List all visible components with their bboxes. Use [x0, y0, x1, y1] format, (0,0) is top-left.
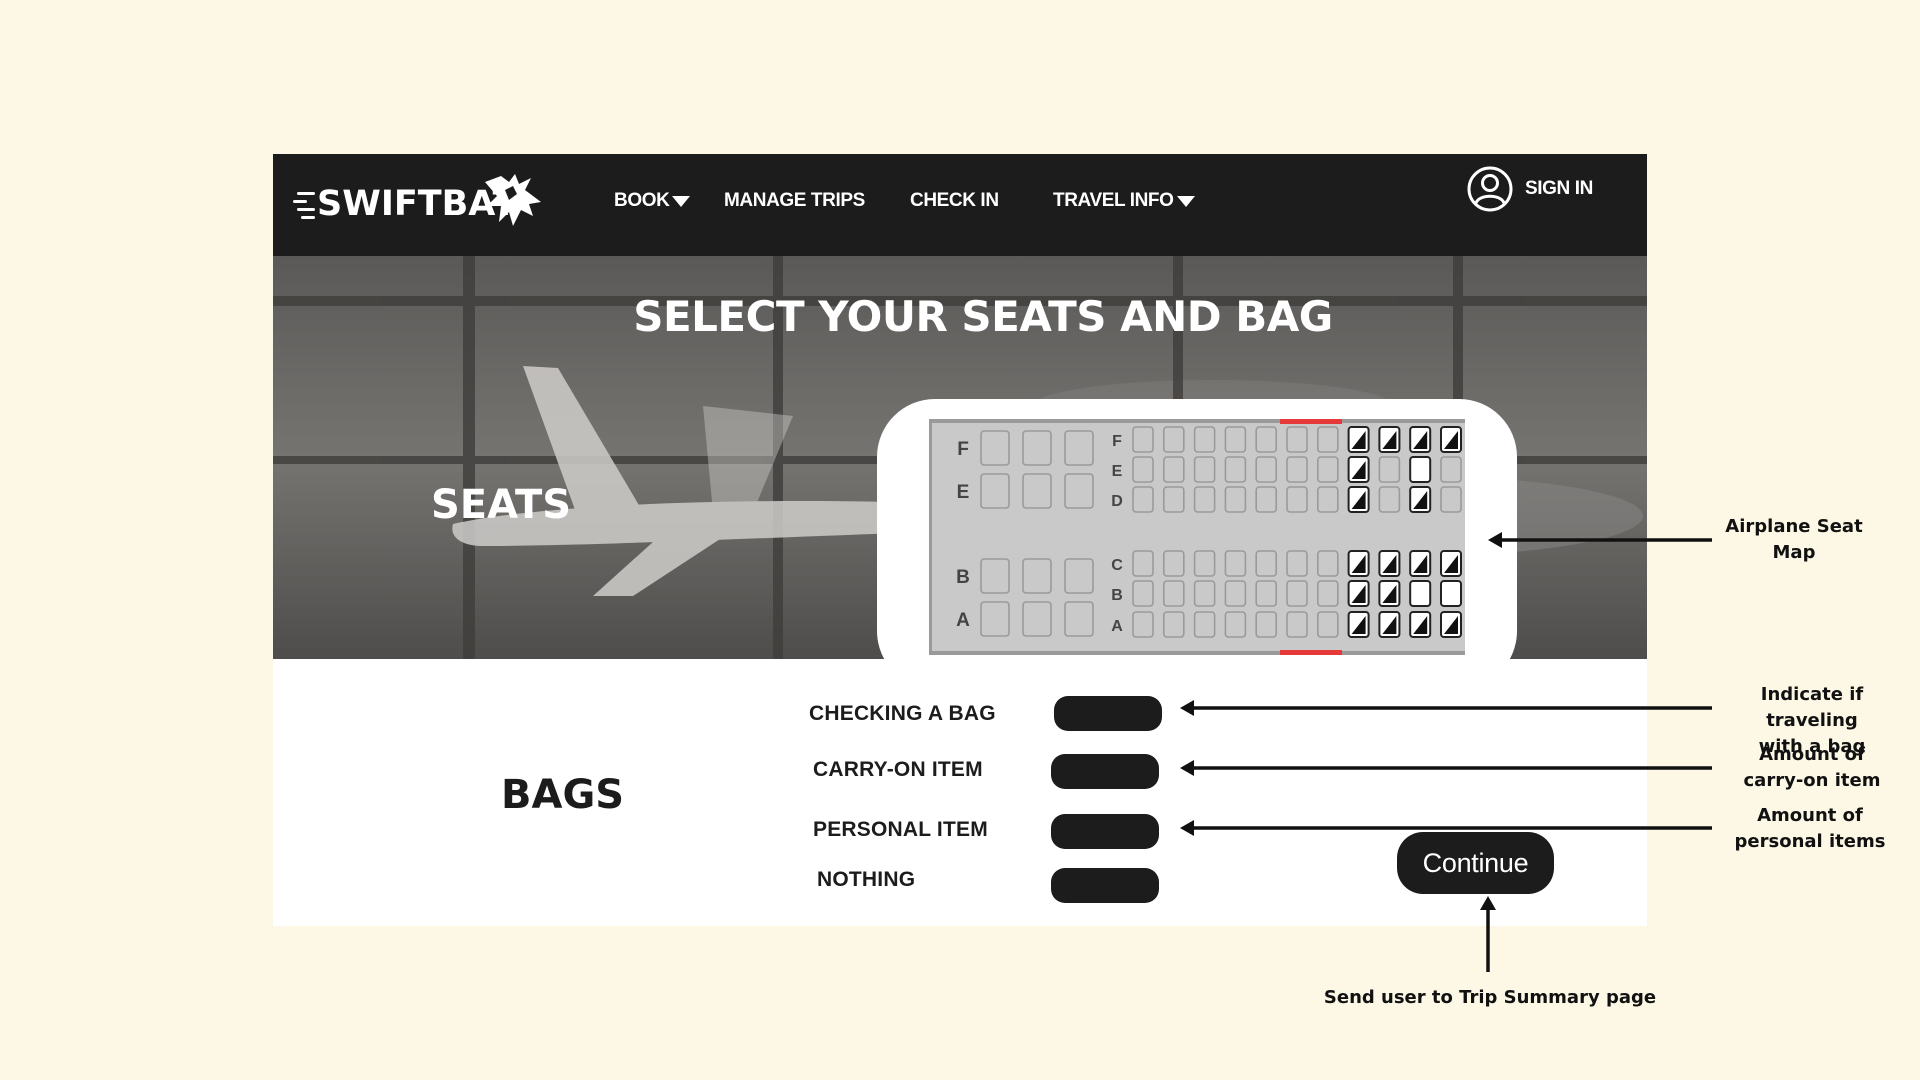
seat-map-annotation: Airplane Seat Map: [1702, 514, 1886, 566]
personal-item-annotation: Amount of personal items: [1712, 803, 1908, 855]
annotation-line: personal items: [1734, 831, 1886, 852]
annotation-line: Amount of: [1759, 744, 1865, 765]
carry-on-annotation: Amount of carry-on item: [1712, 742, 1912, 794]
annotation-line: carry-on item: [1743, 770, 1881, 791]
annotation-line: Amount of: [1757, 805, 1863, 826]
annotation-arrows: [1180, 532, 1712, 972]
annotation-line: Map: [1772, 542, 1816, 563]
continue-annotation: Send user to Trip Summary page: [1323, 987, 1657, 1008]
annotation-line: Indicate if traveling: [1760, 684, 1864, 731]
annotation-line: Airplane Seat: [1725, 516, 1863, 537]
